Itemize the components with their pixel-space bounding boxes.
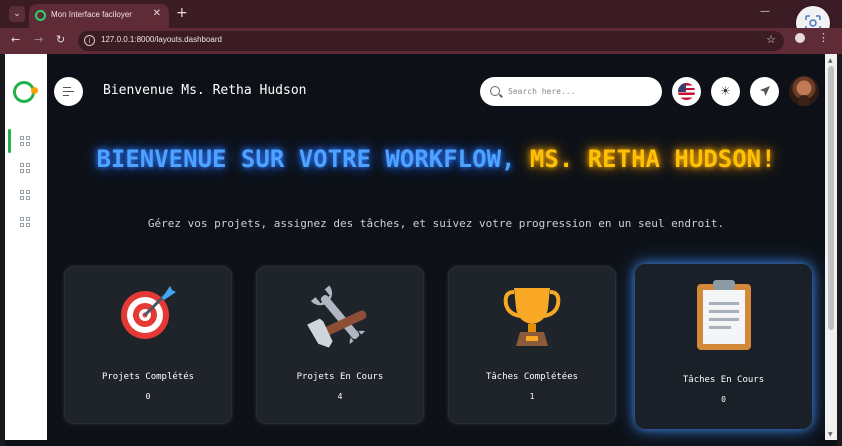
menu-line (63, 95, 69, 96)
bookmark-star-icon[interactable]: ☆ (766, 33, 776, 46)
browser-tab-bar: ⌄ Mon Interface faciloyer ✕ + — (0, 0, 842, 40)
notifications-button[interactable] (750, 77, 779, 106)
page: Bienvenue Ms. Retha Hudson ☀ BIENVENUE S… (0, 54, 842, 446)
card-taches-completees[interactable]: Tâches Complétées 1 (448, 266, 616, 424)
hero-title: BIENVENUE SUR VOTRE WORKFLOW, MS. RETHA … (48, 142, 824, 176)
sun-icon: ☀ (720, 84, 731, 98)
app-logo-icon[interactable] (13, 81, 38, 103)
sidebar-item-4-icon[interactable] (20, 217, 31, 228)
sidebar-item-3-icon[interactable] (20, 190, 31, 201)
url-field[interactable]: i 127.0.0.1:8000/layouts.dashboard ☆ (78, 31, 784, 51)
minimize-icon[interactable]: — (760, 6, 770, 17)
tab-title: Mon Interface faciloyer (51, 10, 132, 19)
hero-title-name: MS. RETHA HUDSON (529, 145, 762, 173)
card-value: 1 (529, 392, 535, 401)
card-label: Projets En Cours (296, 372, 384, 382)
url-text: 127.0.0.1:8000/layouts.dashboard (101, 35, 222, 44)
window-border-right (837, 54, 842, 446)
sidebar (5, 54, 47, 440)
trophy-icon (448, 284, 616, 348)
tools-icon (256, 284, 424, 350)
sidebar-item-dashboard-icon[interactable] (20, 136, 31, 147)
scroll-down-icon[interactable]: ▼ (828, 431, 833, 438)
hero-title-end: ! (761, 145, 776, 173)
card-projets-completes[interactable]: Projets Complétés 0 (64, 266, 232, 424)
paper-plane-icon (760, 86, 770, 96)
tab-search-button[interactable]: ⌄ (9, 6, 25, 22)
page-scrollbar[interactable]: ▲ ▼ (825, 54, 837, 440)
favicon-icon (35, 10, 46, 21)
forward-icon[interactable]: → (34, 33, 43, 46)
welcome-message: Bienvenue Ms. Retha Hudson (103, 83, 307, 98)
hero-subtitle: Gérez vos projets, assignez des tâches, … (147, 217, 725, 230)
search-box (480, 77, 662, 106)
menu-line (63, 87, 71, 88)
avatar[interactable] (789, 76, 819, 106)
card-label: Tâches Complétées (485, 372, 579, 382)
browser-menu-icon[interactable]: ⋮ (818, 31, 829, 44)
profile-icon[interactable] (795, 33, 805, 43)
search-icon (490, 86, 500, 96)
clipboard-icon (635, 278, 812, 350)
menu-line (63, 91, 74, 92)
search-input[interactable] (508, 84, 654, 99)
card-value: 4 (337, 392, 343, 401)
card-value: 0 (721, 395, 726, 404)
us-flag-icon (678, 83, 695, 100)
theme-toggle-button[interactable]: ☀ (711, 77, 740, 106)
card-projets-en-cours[interactable]: Projets En Cours 4 (256, 266, 424, 424)
reload-icon[interactable]: ↻ (56, 33, 65, 46)
tab-close-icon[interactable]: ✕ (153, 8, 161, 19)
scroll-thumb[interactable] (828, 66, 834, 330)
new-tab-icon[interactable]: + (176, 5, 188, 21)
browser-tab[interactable]: Mon Interface faciloyer ✕ (29, 4, 169, 28)
menu-toggle-button[interactable] (54, 77, 83, 106)
address-bar-row: ← → ↻ i 127.0.0.1:8000/layouts.dashboard… (0, 28, 842, 54)
card-label: Tâches En Cours (682, 375, 765, 385)
logo-dot (31, 87, 38, 94)
hero-title-main: BIENVENUE SUR VOTRE WORKFLOW, (96, 145, 530, 173)
scroll-up-icon[interactable]: ▲ (828, 57, 833, 64)
back-icon[interactable]: ← (11, 33, 20, 46)
language-button[interactable] (672, 77, 701, 106)
active-indicator (8, 129, 11, 153)
card-value: 0 (145, 392, 151, 401)
card-taches-en-cours[interactable]: Tâches En Cours 0 (635, 264, 812, 429)
card-label: Projets Complétés (101, 372, 195, 382)
sidebar-item-2-icon[interactable] (20, 163, 31, 174)
site-info-icon[interactable]: i (84, 35, 95, 46)
target-dart-icon (64, 282, 232, 342)
